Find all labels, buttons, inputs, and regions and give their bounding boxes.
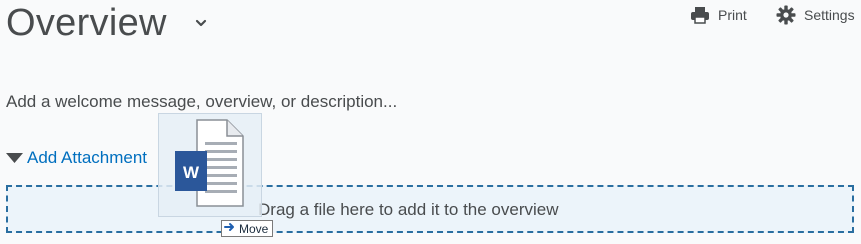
title-chevron-down-icon[interactable]: [194, 16, 208, 28]
gear-icon: [776, 5, 796, 25]
printer-icon: [690, 6, 710, 24]
add-attachment-toggle[interactable]: Add Attachment: [6, 148, 147, 168]
move-label: Move: [239, 221, 269, 236]
settings-button[interactable]: Settings: [776, 4, 855, 26]
move-drag-badge: Move: [221, 220, 274, 237]
arrow-right-icon: [224, 221, 236, 236]
welcome-message-placeholder[interactable]: Add a welcome message, overview, or desc…: [6, 92, 397, 112]
page-title: Overview: [6, 2, 167, 44]
dragged-file-ghost: W: [158, 113, 262, 217]
overview-page: Overview Print Settings Add a welcome me…: [0, 0, 861, 244]
print-label: Print: [718, 7, 747, 23]
svg-text:W: W: [183, 163, 200, 182]
settings-label: Settings: [804, 7, 855, 23]
dropzone-text: Drag a file here to add it to the overvi…: [258, 200, 559, 219]
caret-down-icon: [6, 148, 23, 168]
add-attachment-label: Add Attachment: [27, 148, 148, 167]
print-button[interactable]: Print: [690, 4, 747, 26]
